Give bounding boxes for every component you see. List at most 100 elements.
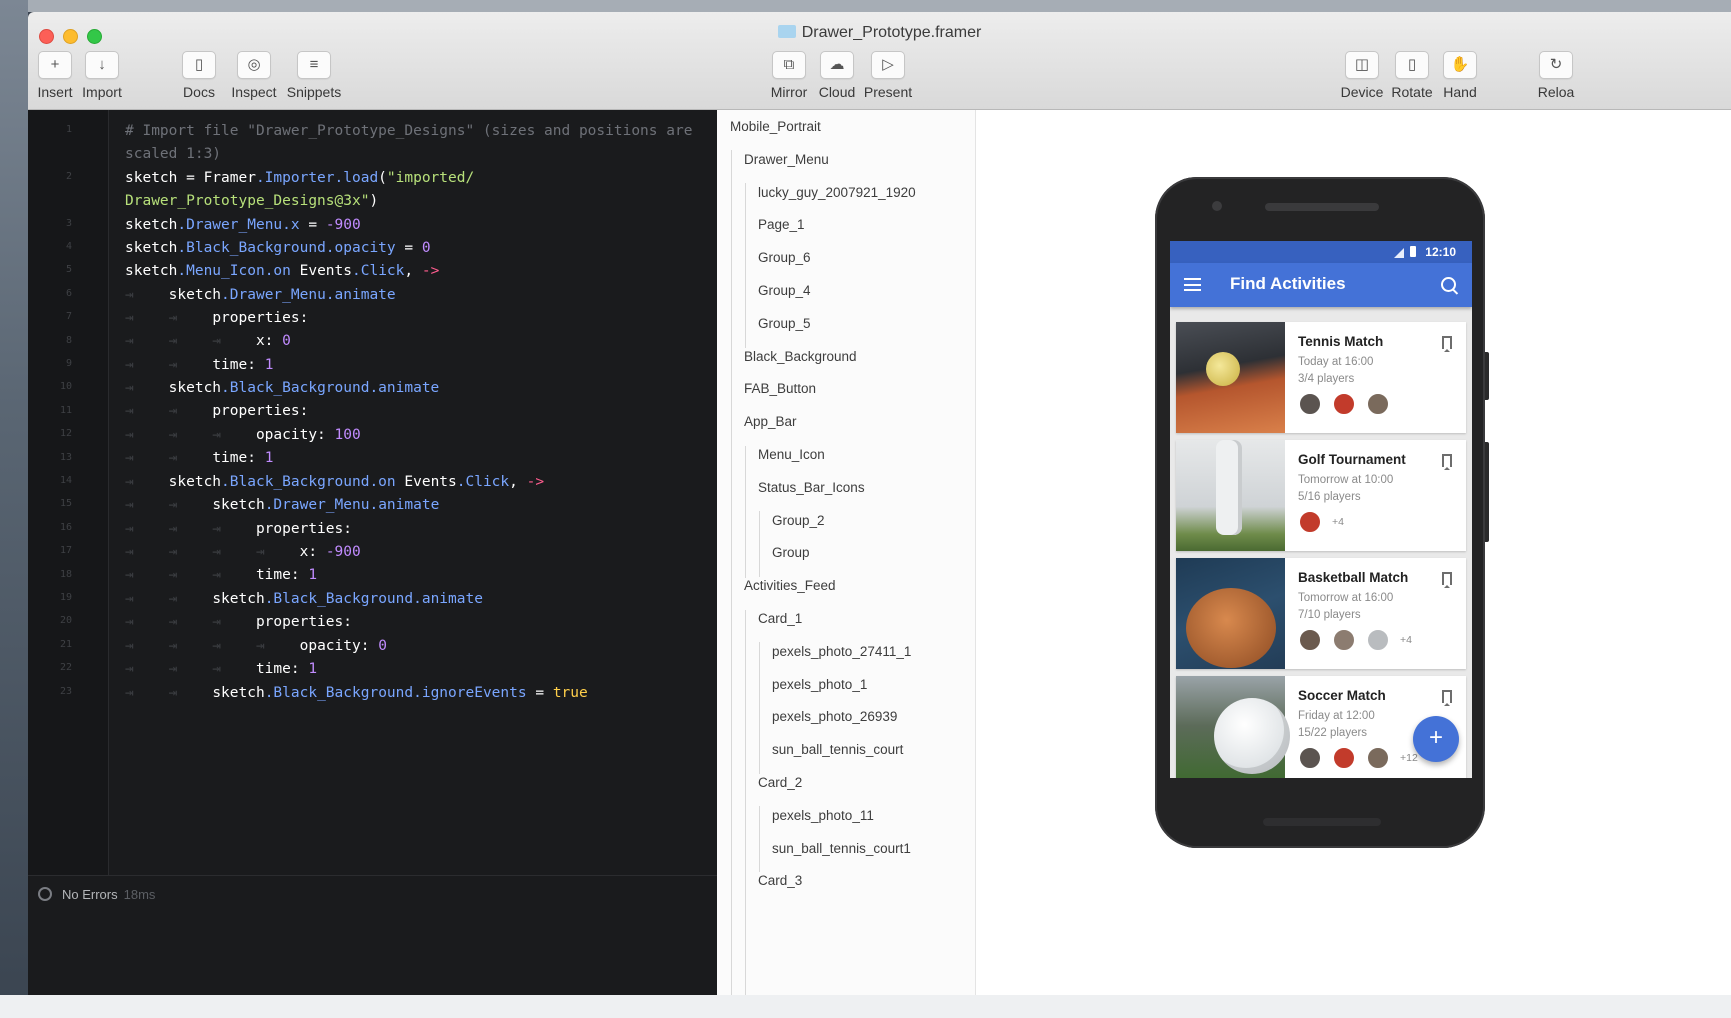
bookmark-icon[interactable] [1442, 690, 1452, 706]
layer-item[interactable]: Card_1 [758, 611, 802, 626]
layer-item[interactable]: Card_3 [758, 873, 802, 888]
settings-icon[interactable] [38, 887, 52, 901]
layer-item[interactable]: Group_5 [758, 316, 811, 331]
code-line: ⇥ ⇥ ⇥ properties: [125, 521, 352, 537]
line-number: 20 [59, 615, 72, 627]
line-number: 14 [59, 475, 72, 486]
activity-card-golf[interactable]: Golf Tournament Tomorrow at 10:00 5/16 p… [1176, 440, 1466, 551]
tennis-photo [1176, 322, 1285, 433]
tree-guide [759, 642, 760, 774]
line-number: 9 [65, 358, 72, 369]
layer-item[interactable]: pexels_photo_27411_1 [772, 644, 911, 659]
cloud-button[interactable]: ☁ Cloud [816, 51, 858, 100]
snippets-button[interactable]: ≡ Snippets [284, 51, 344, 100]
layer-item[interactable]: sun_ball_tennis_court [772, 742, 903, 757]
bookmark-icon[interactable] [1442, 572, 1452, 588]
search-icon[interactable] [1441, 277, 1456, 292]
line-number: 16 [59, 521, 72, 533]
code-line: ⇥ ⇥ sketch.Black_Background.ignoreEvents… [125, 685, 588, 701]
avatar [1298, 510, 1322, 534]
layer-item[interactable]: Activities_Feed [744, 578, 836, 593]
tree-guide [745, 446, 746, 578]
layer-item[interactable]: Drawer_Menu [744, 152, 829, 167]
code-line: ⇥ sketch.Drawer_Menu.animate [125, 287, 396, 303]
insert-button[interactable]: + Insert [35, 51, 75, 100]
card-time: Today at 16:00 [1298, 356, 1374, 368]
framer-window: Drawer_Prototype.framer + Insert ↓ Impor… [28, 12, 1731, 995]
inspect-button[interactable]: ◎ Inspect [229, 51, 279, 100]
menu-icon[interactable] [1184, 278, 1201, 291]
tree-guide [745, 610, 746, 995]
layer-item[interactable]: Page_1 [758, 217, 805, 232]
code-line: # Import file "Drawer_Prototype_Designs"… [125, 123, 693, 139]
layer-item[interactable]: Mobile_Portrait [730, 119, 821, 134]
layer-item[interactable]: Group_6 [758, 250, 811, 265]
phone-screen[interactable]: 12:10 Find Activities Tennis Match Today… [1170, 241, 1472, 778]
code-editor[interactable]: 1 2 3 4 5 6 7 8 9 10 11 12 13 14 15 16 17 18 19 20 21 22 23 # … [28, 110, 717, 995]
mirror-button[interactable]: ⧉ Mirror [765, 51, 813, 100]
basketball [1186, 588, 1276, 668]
docs-button[interactable]: ▯ Docs [179, 51, 219, 100]
code-line: ⇥ ⇥ time: 1 [125, 357, 274, 373]
code-line: ⇥ ⇥ ⇥ ⇥ x: -900 [125, 544, 361, 560]
reload-icon: ↻ [1539, 51, 1573, 79]
layer-item[interactable]: Group_2 [772, 513, 825, 528]
tree-guide [759, 806, 760, 872]
layer-item[interactable]: lucky_guy_2007921_1920 [758, 185, 916, 200]
card-title: Golf Tournament [1298, 452, 1406, 467]
layer-item[interactable]: Status_Bar_Icons [758, 480, 865, 495]
code-line: ⇥ ⇥ ⇥ time: 1 [125, 567, 318, 583]
code-line: ⇥ ⇥ ⇥ properties: [125, 614, 352, 630]
desktop-bottom [0, 995, 1731, 1018]
layer-item[interactable]: App_Bar [744, 414, 797, 429]
mirror-icon: ⧉ [772, 51, 806, 79]
layer-item[interactable]: Group [772, 545, 810, 560]
more-players: +4 [1332, 516, 1344, 528]
phone-button [1485, 352, 1489, 400]
card-time: Tomorrow at 16:00 [1298, 592, 1394, 604]
line-number: 22 [59, 662, 72, 674]
layer-item[interactable]: sun_ball_tennis_court1 [772, 841, 911, 856]
basketball-photo [1176, 558, 1285, 669]
tree-guide [759, 511, 760, 577]
line-number: 17 [59, 545, 72, 557]
code-line: ⇥ sketch.Black_Background.on Events.Clic… [125, 474, 545, 490]
rotate-button[interactable]: ▯ Rotate [1388, 51, 1436, 100]
activity-card-tennis[interactable]: Tennis Match Today at 16:00 3/4 players [1176, 322, 1466, 433]
layer-item[interactable]: pexels_photo_26939 [772, 709, 897, 724]
present-button[interactable]: ▷ Present [861, 51, 915, 100]
activity-card-basketball[interactable]: Basketball Match Tomorrow at 16:00 7/10 … [1176, 558, 1466, 669]
line-number: 19 [59, 592, 72, 603]
layer-item[interactable]: FAB_Button [744, 381, 816, 396]
bookmark-icon[interactable] [1442, 336, 1452, 352]
layer-item[interactable]: Group_4 [758, 283, 811, 298]
layer-item[interactable]: pexels_photo_11 [772, 808, 874, 823]
app-title: Find Activities [1230, 274, 1346, 293]
target-icon: ◎ [237, 51, 271, 79]
line-number: 1 [65, 124, 72, 135]
device-icon: ◫ [1345, 51, 1379, 79]
code-line: scaled 1:3) [125, 146, 222, 162]
import-button[interactable]: ↓ Import [80, 51, 124, 100]
card-time: Friday at 12:00 [1298, 710, 1375, 722]
layer-item[interactable]: Menu_Icon [758, 447, 825, 462]
line-number: 5 [65, 264, 72, 276]
add-activity-fab[interactable]: + [1413, 716, 1459, 762]
line-number: 18 [59, 568, 72, 580]
line-number: 10 [59, 381, 72, 393]
code-line: ⇥ ⇥ ⇥ ⇥ opacity: 0 [125, 638, 387, 654]
bookmark-icon[interactable] [1442, 454, 1452, 470]
plus-icon: + [38, 51, 72, 79]
layer-item[interactable]: pexels_photo_1 [772, 677, 867, 692]
line-number: 6 [65, 287, 72, 299]
line-number: 21 [59, 638, 72, 650]
hand-button[interactable]: ✋ Hand [1438, 51, 1482, 100]
avatar [1298, 392, 1322, 416]
reload-button[interactable]: ↻ Reloa [1533, 51, 1579, 100]
tree-guide [731, 150, 732, 995]
layer-item[interactable]: Black_Background [744, 349, 857, 364]
phone-button [1485, 442, 1489, 542]
device-button[interactable]: ◫ Device [1338, 51, 1386, 100]
layer-item[interactable]: Card_2 [758, 775, 802, 790]
code-line: sketch = Framer.Importer.load("imported/ [125, 170, 475, 186]
